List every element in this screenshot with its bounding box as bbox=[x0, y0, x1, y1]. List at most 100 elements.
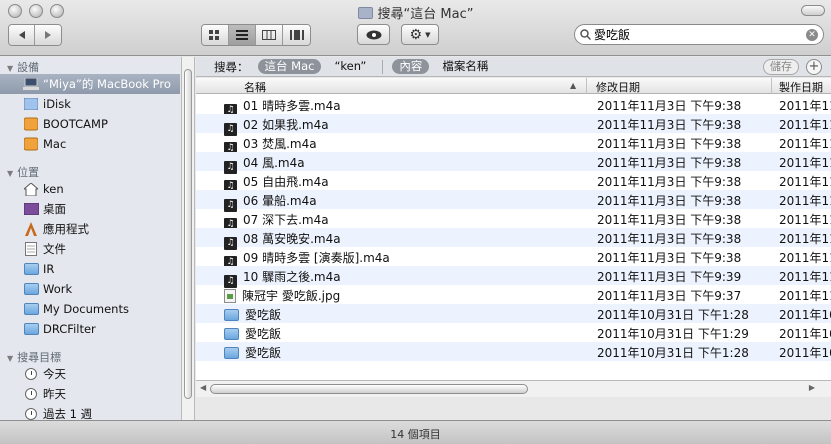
table-row[interactable]: ♫03 焚風.m4a2011年11月3日 下午9:382011年11 bbox=[196, 133, 831, 155]
sidebar-item-label: My Documents bbox=[43, 302, 129, 316]
scope-this-mac-button[interactable]: 這台 Mac bbox=[257, 59, 322, 74]
idisk-icon bbox=[23, 97, 39, 111]
table-row[interactable]: 愛吃飯 2011年10月31日 下午1:28 2011年10 bbox=[196, 304, 831, 323]
column-header-created[interactable]: 製作日期 bbox=[779, 79, 823, 95]
smart-folder-icon bbox=[357, 7, 373, 19]
horizontal-scrollbar[interactable]: ◀ ▶ bbox=[196, 380, 831, 397]
save-search-button[interactable]: 儲存 bbox=[763, 59, 799, 75]
modified-date-cell: 2011年11月3日 下午9:38 bbox=[597, 118, 742, 132]
sidebar-scroll-thumb[interactable] bbox=[184, 69, 192, 399]
sidebar-item-label: iDisk bbox=[43, 97, 71, 111]
column-divider[interactable] bbox=[586, 78, 587, 94]
dropdown-arrow-icon: ▼ bbox=[425, 30, 431, 39]
created-date-cell: 2011年10 bbox=[779, 346, 831, 360]
sidebar-item-drcfilter[interactable]: DRCFilter bbox=[0, 319, 180, 339]
scope-filename-button[interactable]: 檔案名稱 bbox=[435, 59, 495, 74]
search-input[interactable] bbox=[594, 27, 794, 42]
sidebar-item-idisk[interactable]: iDisk bbox=[0, 94, 180, 114]
sidebar-item-label: 昨天 bbox=[43, 387, 66, 401]
table-row[interactable]: ♫08 萬安晚安.m4a2011年11月3日 下午9:382011年11 bbox=[196, 228, 831, 250]
sidebar: ▼ 設備 “Miya”的 MacBook Pro iDisk BOOTCAMP M… bbox=[0, 57, 180, 420]
file-name-cell: 愛吃飯 bbox=[224, 344, 281, 361]
horizontal-scroll-thumb[interactable] bbox=[210, 384, 528, 394]
column-header-modified[interactable]: 修改日期 bbox=[596, 79, 640, 95]
scope-contents-button[interactable]: 內容 bbox=[392, 59, 430, 74]
toolbar-toggle-button[interactable] bbox=[801, 5, 825, 16]
folder-icon bbox=[23, 282, 39, 296]
back-arrow-icon bbox=[18, 31, 25, 39]
back-button[interactable] bbox=[9, 25, 35, 45]
sidebar-item-macbook-pro[interactable]: “Miya”的 MacBook Pro bbox=[0, 74, 180, 94]
file-name: 02 如果我.m4a bbox=[243, 118, 329, 132]
column-header-row: 名稱 ▲ 修改日期 製作日期 bbox=[196, 78, 831, 94]
column-view-button[interactable] bbox=[256, 25, 283, 45]
sidebar-item-ir[interactable]: IR bbox=[0, 259, 180, 279]
table-row[interactable]: ♫01 晴時多雲.m4a2011年11月3日 下午9:382011年11 bbox=[196, 95, 831, 117]
file-name-cell: 陳冠宇 愛吃飯.jpg bbox=[224, 287, 340, 304]
sidebar-item-documents[interactable]: 文件 bbox=[0, 239, 180, 259]
forward-button[interactable] bbox=[35, 25, 61, 45]
modified-date-cell: 2011年10月31日 下午1:28 bbox=[597, 308, 749, 322]
table-row[interactable]: ♫05 自由飛.m4a2011年11月3日 下午9:382011年11 bbox=[196, 171, 831, 193]
modified-date-cell: 2011年11月3日 下午9:37 bbox=[597, 289, 742, 303]
quick-look-button[interactable] bbox=[357, 24, 390, 45]
list-view-button[interactable] bbox=[229, 25, 256, 45]
search-field[interactable]: ✕ bbox=[574, 24, 824, 45]
sidebar-section-search[interactable]: ▼ 搜尋目標 bbox=[7, 349, 61, 365]
created-date-cell: 2011年11 bbox=[779, 156, 831, 170]
folder-icon bbox=[23, 262, 39, 276]
sidebar-item-work[interactable]: Work bbox=[0, 279, 180, 299]
created-date-cell: 2011年11 bbox=[779, 175, 831, 189]
laptop-icon bbox=[23, 77, 39, 91]
table-row[interactable]: 陳冠宇 愛吃飯.jpg 2011年11月3日 下午9:37 2011年11 bbox=[196, 285, 831, 304]
list-view-icon bbox=[236, 30, 248, 40]
icon-view-button[interactable] bbox=[202, 25, 229, 45]
scope-ken-button[interactable]: “ken” bbox=[327, 59, 373, 74]
sidebar-item-ken[interactable]: ken bbox=[0, 179, 180, 199]
table-row[interactable]: ♫07 深下去.m4a2011年11月3日 下午9:382011年11 bbox=[196, 209, 831, 231]
clock-icon bbox=[23, 407, 39, 420]
sidebar-item-label: Mac bbox=[43, 137, 67, 151]
sidebar-item-label: 今天 bbox=[43, 367, 66, 381]
scroll-right-icon[interactable]: ▶ bbox=[809, 383, 815, 392]
table-row[interactable]: ♫04 風.m4a2011年11月3日 下午9:382011年11 bbox=[196, 152, 831, 174]
created-date-cell: 2011年10 bbox=[779, 327, 831, 341]
sidebar-scrollbar[interactable] bbox=[181, 57, 195, 420]
table-row[interactable]: ♫10 驟雨之後.m4a2011年11月3日 下午9:392011年11 bbox=[196, 266, 831, 288]
search-scope-bar: 搜尋： 這台 Mac “ken” 內容 檔案名稱 儲存 + bbox=[196, 57, 831, 77]
disclosure-triangle-icon: ▼ bbox=[7, 169, 14, 178]
sidebar-item-applications[interactable]: 應用程式 bbox=[0, 219, 180, 239]
modified-date-cell: 2011年11月3日 下午9:38 bbox=[597, 213, 742, 227]
sort-ascending-icon: ▲ bbox=[570, 81, 577, 90]
disclosure-triangle-icon: ▼ bbox=[7, 354, 14, 363]
table-row[interactable]: 愛吃飯 2011年10月31日 下午1:28 2011年10 bbox=[196, 342, 831, 361]
sidebar-section-devices[interactable]: ▼ 設備 bbox=[7, 59, 39, 75]
coverflow-view-button[interactable] bbox=[283, 25, 310, 45]
table-row[interactable]: 愛吃飯 2011年10月31日 下午1:29 2011年10 bbox=[196, 323, 831, 342]
sidebar-section-places[interactable]: ▼ 位置 bbox=[7, 164, 39, 180]
table-row[interactable]: ♫02 如果我.m4a2011年11月3日 下午9:382011年11 bbox=[196, 114, 831, 136]
disclosure-triangle-icon: ▼ bbox=[7, 64, 14, 73]
scroll-left-icon[interactable]: ◀ bbox=[200, 383, 206, 392]
table-row[interactable]: ♫06 暈船.m4a2011年11月3日 下午9:382011年11 bbox=[196, 190, 831, 212]
sidebar-item-bootcamp[interactable]: BOOTCAMP bbox=[0, 114, 180, 134]
sidebar-item-past-week[interactable]: 過去 1 週 bbox=[0, 404, 180, 420]
table-row[interactable]: ♫ 09 晴時多雲 [演奏版].m4a 2011年11月3日 下午9:38 2011年… bbox=[196, 247, 831, 269]
sidebar-item-mac[interactable]: Mac bbox=[0, 134, 180, 154]
sidebar-item-today[interactable]: 今天 bbox=[0, 364, 180, 384]
action-menu-button[interactable]: ⚙ ▼ bbox=[401, 24, 439, 45]
item-count: 14 個項目 bbox=[390, 428, 441, 441]
drive-icon bbox=[23, 137, 39, 151]
sidebar-item-yesterday[interactable]: 昨天 bbox=[0, 384, 180, 404]
column-header-name[interactable]: 名稱 bbox=[244, 79, 266, 95]
column-divider[interactable] bbox=[771, 78, 772, 94]
created-date-cell: 2011年11 bbox=[779, 137, 831, 151]
window-toolbar: 搜尋“這台 Mac” ⚙ ▼ ✕ bbox=[0, 0, 831, 56]
sidebar-item-desktop[interactable]: 桌面 bbox=[0, 199, 180, 219]
clock-icon bbox=[23, 367, 39, 381]
sidebar-item-label: 文件 bbox=[43, 242, 66, 256]
add-criteria-button[interactable]: + bbox=[806, 59, 822, 75]
clear-search-icon[interactable]: ✕ bbox=[806, 29, 818, 41]
sidebar-item-my-documents[interactable]: My Documents bbox=[0, 299, 180, 319]
modified-date-cell: 2011年11月3日 下午9:38 bbox=[597, 137, 742, 151]
